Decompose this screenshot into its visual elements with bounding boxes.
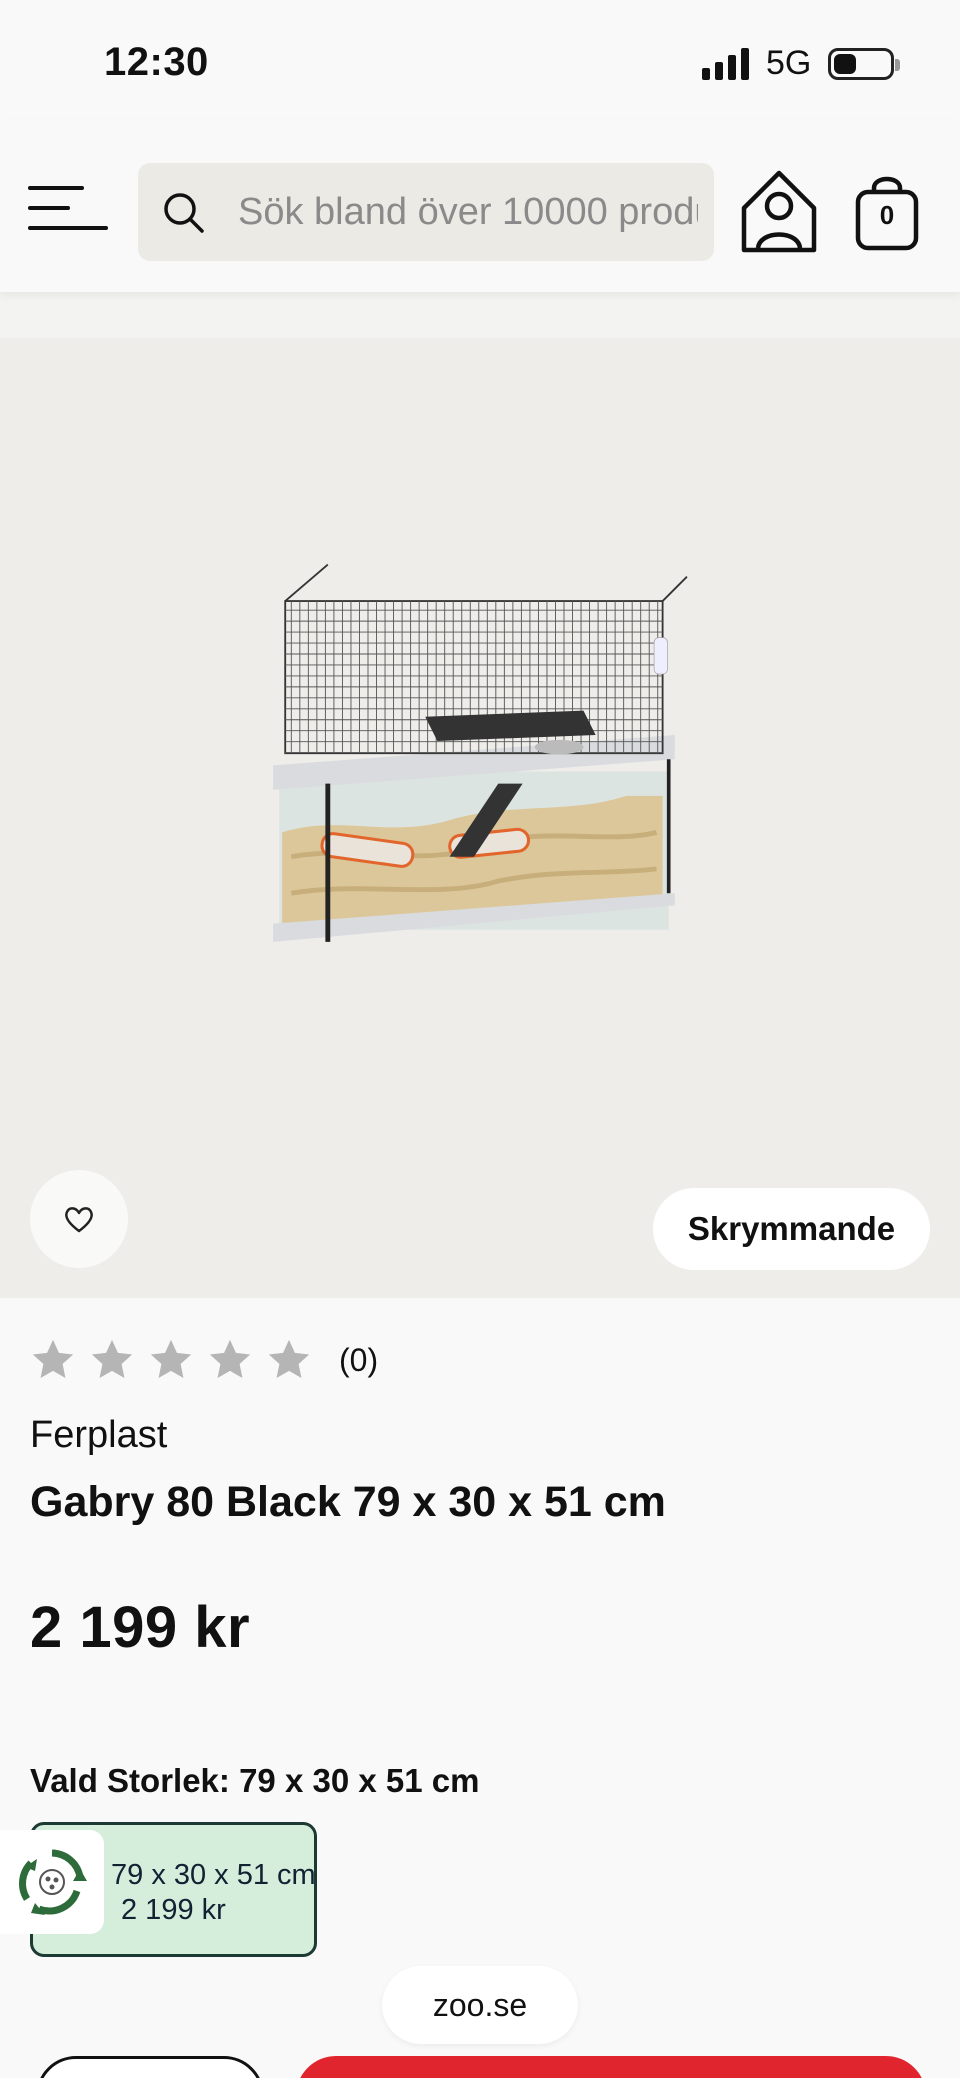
size-option-price: 2 199 kr [121,1894,226,1926]
product-rating[interactable]: (0) [30,1336,378,1384]
product-image-area: Skrymmande [0,338,960,1298]
star-icon [268,1339,310,1379]
star-icon [150,1339,192,1379]
recycle-icon [19,1849,87,1915]
menu-button[interactable] [28,182,108,238]
menu-icon-line [28,226,108,230]
selected-size-label: Vald Storlek: 79 x 30 x 51 cm [30,1762,480,1799]
site-header: 0 [0,120,960,292]
recycle-badge[interactable] [0,1830,104,1934]
product-image [273,563,688,942]
cart-count: 0 [879,200,895,230]
network-type: 5G [766,44,812,82]
cart-button[interactable]: 0 [852,172,922,252]
product-price: 2 199 kr [30,1595,251,1660]
status-time: 12:30 [104,40,209,84]
star-icon [32,1339,74,1379]
bulky-badge: Skrymmande [653,1188,930,1270]
quantity-selector[interactable] [36,2056,264,2078]
account-icon[interactable] [738,168,820,254]
heart-icon [65,1207,93,1233]
favorite-button[interactable] [30,1170,128,1268]
status-bar: 12:30 5G [0,0,960,120]
menu-icon-line [28,206,70,210]
search-input[interactable] [238,163,698,261]
search-icon [164,193,204,233]
battery-level [834,54,856,74]
star-rating [30,1337,325,1383]
browser-domain[interactable]: zoo.se [382,1966,578,2044]
rating-count: (0) [339,1341,379,1378]
size-option-dimensions: 79 x 30 x 51 cm [111,1859,316,1891]
battery-icon [828,48,900,80]
sub-navigation [0,292,960,338]
menu-icon-line [28,186,84,190]
star-icon [91,1339,133,1379]
product-brand[interactable]: Ferplast [30,1414,167,1457]
search-bar[interactable] [138,163,714,261]
star-icon [209,1339,251,1379]
add-to-cart-button[interactable] [296,2056,926,2078]
product-title: Gabry 80 Black 79 x 30 x 51 cm [30,1478,666,1526]
signal-strength-icon [702,48,749,80]
